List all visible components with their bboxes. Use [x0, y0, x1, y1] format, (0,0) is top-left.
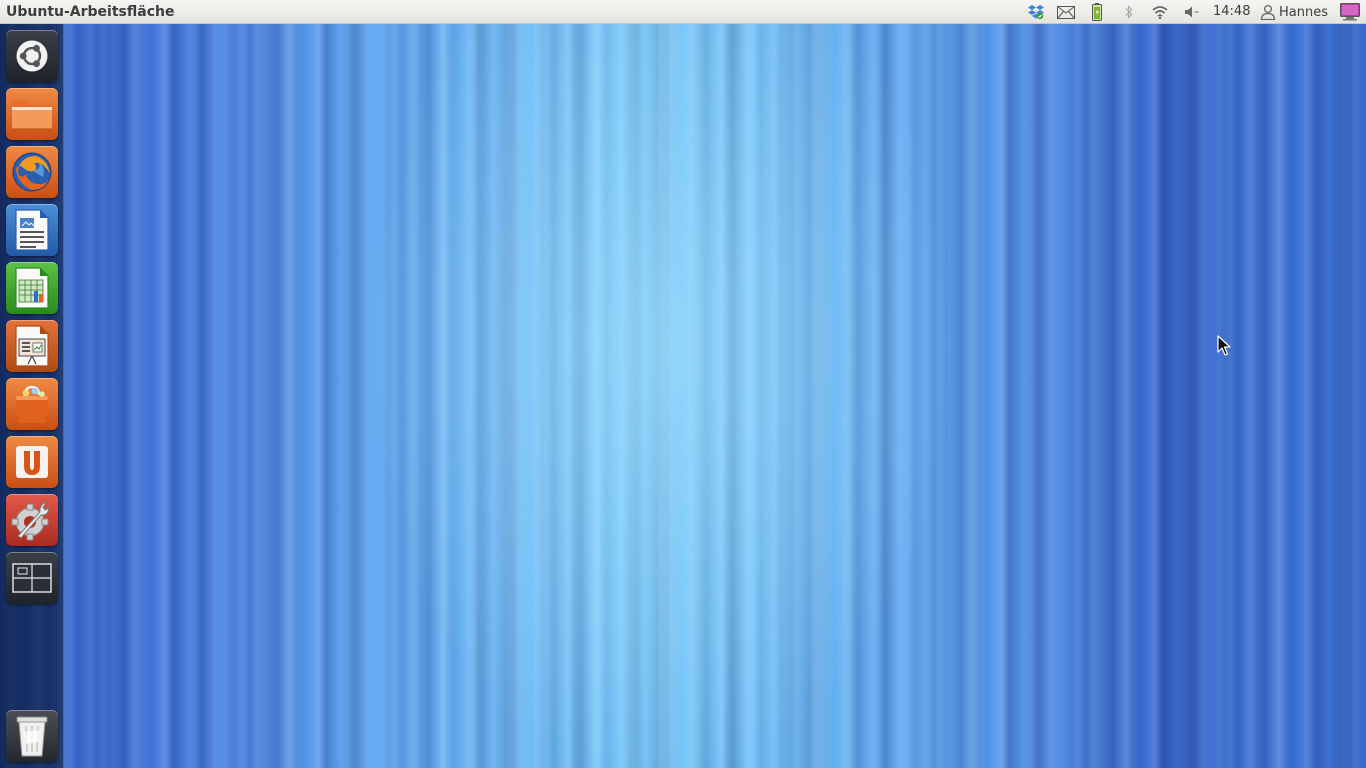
files-launcher-button[interactable] [6, 88, 58, 140]
impress-presentation-icon [14, 325, 50, 367]
workspace-switcher-icon [12, 563, 52, 593]
mail-icon[interactable] [1055, 0, 1077, 24]
clock[interactable]: 14:48 [1213, 4, 1250, 20]
wifi-icon[interactable] [1150, 0, 1170, 24]
writer-document-icon [14, 209, 50, 251]
impress-launcher-button[interactable] [6, 320, 58, 372]
volume-icon[interactable] [1182, 0, 1202, 24]
system-settings-launcher-button[interactable] [6, 494, 58, 546]
workspace-switcher-button[interactable] [6, 552, 58, 604]
calc-spreadsheet-icon [14, 267, 50, 309]
firefox-icon [10, 150, 54, 194]
dash-home-button[interactable] [6, 30, 58, 82]
ubuntu-logo-icon [15, 39, 49, 73]
folder-icon [10, 95, 54, 133]
firefox-launcher-button[interactable] [6, 146, 58, 198]
user-menu[interactable]: Hannes [1260, 0, 1328, 24]
mouse-cursor-icon [1217, 335, 1231, 361]
ubuntu-one-icon [12, 442, 52, 482]
user-icon [1260, 4, 1276, 20]
window-title: Ubuntu-Arbeitsfläche [6, 4, 175, 20]
trash-launcher-button[interactable] [6, 710, 58, 762]
gear-wrench-icon [10, 498, 54, 542]
top-panel: Ubuntu-Arbeitsfläche 14:48 Hannes [0, 0, 1366, 24]
screen: Ubuntu-Arbeitsfläche 14:48 Hannes [0, 0, 1366, 768]
bluetooth-icon[interactable] [1120, 0, 1138, 24]
calc-launcher-button[interactable] [6, 262, 58, 314]
ubuntu-one-launcher-button[interactable] [6, 436, 58, 488]
desktop-wallpaper[interactable] [0, 24, 1366, 768]
shopping-bag-icon [11, 383, 53, 425]
user-name: Hannes [1279, 4, 1328, 20]
session-icon[interactable] [1339, 0, 1361, 24]
battery-icon[interactable] [1088, 0, 1106, 24]
software-center-launcher-button[interactable] [6, 378, 58, 430]
dropbox-icon[interactable] [1026, 0, 1046, 24]
launcher [0, 24, 64, 768]
writer-launcher-button[interactable] [6, 204, 58, 256]
trash-icon [14, 714, 50, 758]
